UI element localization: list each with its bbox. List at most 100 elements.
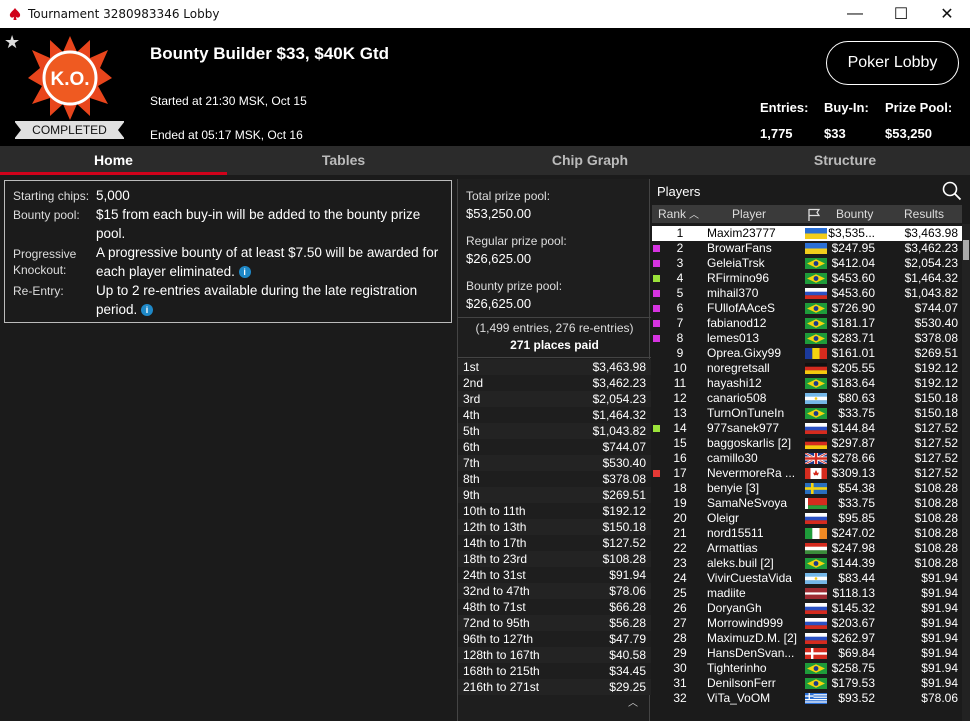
- player-row[interactable]: 19 SamaNeSvoya $33.75 $108.28: [652, 496, 962, 511]
- payout-amount: $2,054.23: [592, 392, 646, 406]
- player-row[interactable]: 24 VivirCuestaVida $83.44 $91.94: [652, 571, 962, 586]
- status-marker: [653, 290, 660, 297]
- player-row[interactable]: 5 mihail370 $453.60 $1,043.82: [652, 286, 962, 301]
- regular-prize-label: Regular prize pool:: [466, 234, 567, 248]
- title-bar: Tournament 3280983346 Lobby — ☐ ✕: [0, 0, 970, 28]
- player-row[interactable]: 14 977sanek977 $144.84 $127.52: [652, 421, 962, 436]
- player-rank: 31: [673, 676, 687, 690]
- col-results[interactable]: Results: [904, 207, 944, 221]
- status-marker: [653, 275, 660, 282]
- payout-amount: $47.79: [609, 632, 646, 646]
- tab-structure[interactable]: Structure: [720, 146, 970, 175]
- gr-flag-icon: [805, 693, 827, 704]
- entries-label: Entries:: [760, 100, 809, 115]
- player-row[interactable]: 1 Maxim23777 $3,535... $3,463.98: [652, 226, 962, 241]
- player-row[interactable]: 18 benyie [3] $54.38 $108.28: [652, 481, 962, 496]
- player-row[interactable]: 11 hayashi12 $183.64 $192.12: [652, 376, 962, 391]
- player-row[interactable]: 17 NevermoreRa ... $309.13 $127.52: [652, 466, 962, 481]
- scrollbar-thumb[interactable]: [963, 240, 969, 260]
- col-bounty[interactable]: Bounty: [836, 207, 873, 221]
- player-result: $192.12: [914, 376, 958, 390]
- flag-column-icon[interactable]: [807, 208, 821, 221]
- player-rank: 13: [673, 406, 687, 420]
- col-player[interactable]: Player: [732, 207, 766, 221]
- tab-chip-graph[interactable]: Chip Graph: [460, 146, 720, 175]
- player-row[interactable]: 16 camillo30 $278.66 $127.52: [652, 451, 962, 466]
- player-result: $2,054.23: [904, 256, 958, 270]
- player-rank: 14: [673, 421, 687, 435]
- status-marker: [653, 260, 660, 267]
- info-icon[interactable]: i: [238, 266, 251, 279]
- ca-flag-icon: [805, 468, 827, 479]
- player-result: $378.08: [914, 331, 958, 345]
- player-row[interactable]: 22 Armattias $247.98 $108.28: [652, 541, 962, 556]
- search-icon[interactable]: [942, 181, 962, 201]
- payout-row: 5th $1,043.82: [458, 423, 651, 439]
- payout-amount: $378.08: [602, 472, 646, 486]
- payout-row: 12th to 13th $150.18: [458, 519, 651, 535]
- player-row[interactable]: 32 ViTa_VoOM $93.52 $78.06: [652, 691, 962, 706]
- chevron-up-icon[interactable]: ︿: [628, 694, 638, 709]
- payout-place: 7th: [463, 456, 480, 470]
- player-row[interactable]: 9 Oprea.Gixy99 $161.01 $269.51: [652, 346, 962, 361]
- player-result: $127.52: [914, 436, 958, 450]
- player-row[interactable]: 12 canario508 $80.63 $150.18: [652, 391, 962, 406]
- player-row[interactable]: 28 MaximuzD.M. [2] $262.97 $91.94: [652, 631, 962, 646]
- player-result: $108.28: [914, 481, 958, 495]
- status-badge: COMPLETED: [14, 121, 125, 139]
- player-row[interactable]: 27 Morrowind999 $203.67 $91.94: [652, 616, 962, 631]
- poker-lobby-button[interactable]: Poker Lobby: [826, 41, 959, 85]
- ie-flag-icon: [805, 528, 827, 539]
- pko-label: Progressive Knockout:: [13, 247, 77, 277]
- player-row[interactable]: 23 aleks.buil [2] $144.39 $108.28: [652, 556, 962, 571]
- player-row[interactable]: 25 madiite $118.13 $91.94: [652, 586, 962, 601]
- col-rank[interactable]: Rank: [658, 207, 686, 221]
- player-bounty: $453.60: [831, 286, 875, 300]
- players-scrollbar[interactable]: [962, 224, 970, 721]
- player-name: NevermoreRa ...: [707, 466, 796, 480]
- player-row[interactable]: 3 GeleiaTrsk $412.04 $2,054.23: [652, 256, 962, 271]
- player-bounty: $144.84: [831, 421, 875, 435]
- player-result: $744.07: [914, 301, 958, 315]
- player-row[interactable]: 4 RFirmino96 $453.60 $1,464.32: [652, 271, 962, 286]
- payout-amount: $34.45: [609, 664, 646, 678]
- player-row[interactable]: 26 DoryanGh $145.32 $91.94: [652, 601, 962, 616]
- favorite-star-icon[interactable]: ★: [4, 32, 20, 53]
- payout-amount: $150.18: [602, 520, 646, 534]
- player-bounty: $83.44: [838, 571, 875, 585]
- player-result: $269.51: [914, 346, 958, 360]
- player-row[interactable]: 21 nord15511 $247.02 $108.28: [652, 526, 962, 541]
- info-icon[interactable]: i: [141, 304, 154, 317]
- payout-row: 72nd to 95th $56.28: [458, 615, 651, 631]
- player-name: madiite: [707, 586, 746, 600]
- player-row[interactable]: 31 DenilsonFerr $179.53 $91.94: [652, 676, 962, 691]
- player-row[interactable]: 2 BrowarFans $247.95 $3,462.23: [652, 241, 962, 256]
- payout-row: 128th to 167th $40.58: [458, 647, 651, 663]
- player-rank: 22: [673, 541, 687, 555]
- br-flag-icon: [805, 333, 827, 344]
- player-row[interactable]: 20 Oleigr $95.85 $108.28: [652, 511, 962, 526]
- player-row[interactable]: 7 fabianod12 $181.17 $530.40: [652, 316, 962, 331]
- tab-bar: Home Tables Chip Graph Structure: [0, 146, 970, 175]
- player-rank: 12: [673, 391, 687, 405]
- tab-tables[interactable]: Tables: [227, 146, 460, 175]
- player-row[interactable]: 15 baggoskarlis [2] $297.87 $127.52: [652, 436, 962, 451]
- player-rank: 1: [676, 226, 684, 240]
- player-row[interactable]: 13 TurnOnTuneIn $33.75 $150.18: [652, 406, 962, 421]
- player-row[interactable]: 29 HansDenSvan... $69.84 $91.94: [652, 646, 962, 661]
- payout-place: 5th: [463, 424, 480, 438]
- maximize-button[interactable]: ☐: [878, 0, 924, 28]
- player-row[interactable]: 10 noregretsall $205.55 $192.12: [652, 361, 962, 376]
- payout-place: 48th to 71st: [463, 600, 526, 614]
- player-rank: 26: [673, 601, 687, 615]
- close-button[interactable]: ✕: [924, 0, 970, 28]
- player-result: $108.28: [914, 496, 958, 510]
- player-row[interactable]: 30 Tighterinho $258.75 $91.94: [652, 661, 962, 676]
- player-name: Armattias: [707, 541, 758, 555]
- player-row[interactable]: 6 FUllofAAceS $726.90 $744.07: [652, 301, 962, 316]
- tab-home[interactable]: Home: [0, 146, 227, 175]
- player-result: $3,462.23: [904, 241, 958, 255]
- entries-value: 1,775: [760, 126, 793, 141]
- player-row[interactable]: 8 lemes013 $283.71 $378.08: [652, 331, 962, 346]
- minimize-button[interactable]: —: [832, 0, 878, 28]
